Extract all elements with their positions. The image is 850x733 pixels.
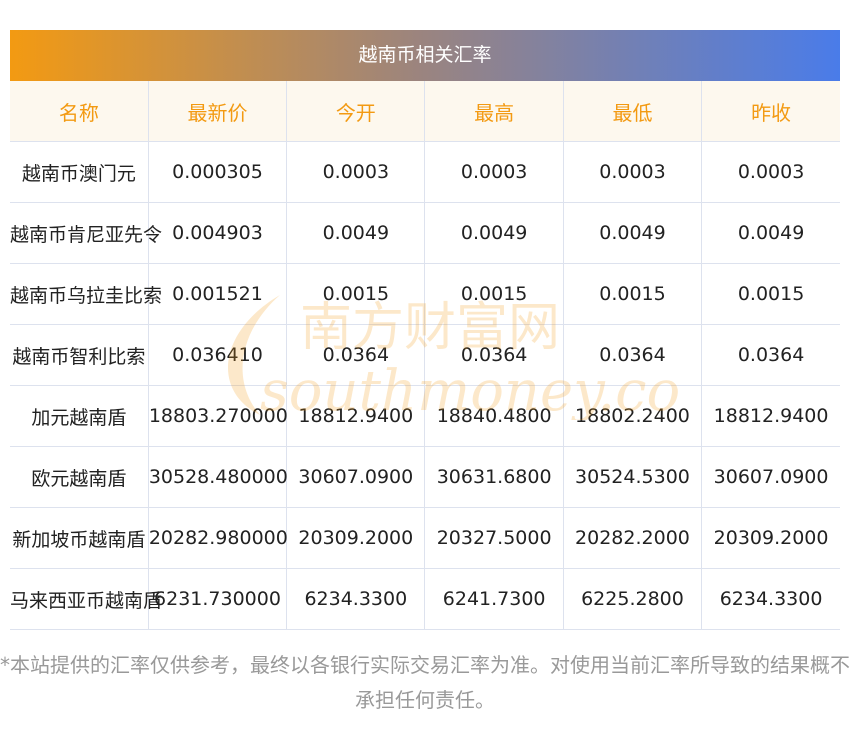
rate-value: 0.0015 [424, 263, 564, 325]
column-header: 昨收 [701, 81, 840, 142]
rate-value: 18803.270000 [147, 385, 288, 447]
column-header: 最高 [424, 81, 564, 142]
rate-value: 30524.5300 [562, 446, 702, 508]
currency-name: 马来西亚币越南盾 [10, 568, 162, 630]
rate-value: 6225.2800 [562, 568, 702, 630]
rate-value: 30528.480000 [147, 446, 288, 508]
rate-value: 30631.6800 [424, 446, 564, 508]
rate-value: 30607.0900 [286, 446, 425, 508]
rate-value: 0.0015 [286, 263, 425, 325]
rate-value: 0.001521 [147, 263, 287, 325]
rate-value: 30607.0900 [701, 446, 840, 508]
disclaimer-note: *本站提供的汇率仅供参考，最终以各银行实际交易汇率为准。对使用当前汇率所导致的结… [0, 653, 850, 712]
rate-value: 0.0015 [562, 263, 702, 325]
table-row: 越南币乌拉圭比索 0.001521 0.0015 0.0015 0.0015 0.0015 [10, 263, 840, 325]
currency-name: 加元越南盾 [10, 385, 149, 447]
rate-value: 6241.7300 [424, 568, 564, 630]
rate-value: 20282.980000 [147, 507, 288, 569]
currency-name: 越南币乌拉圭比索 [10, 263, 162, 325]
currency-name: 越南币澳门元 [10, 141, 149, 203]
rate-value: 0.0049 [424, 202, 564, 264]
rate-value: 0.0049 [562, 202, 702, 264]
table-row: 越南币肯尼亚先令 0.004903 0.0049 0.0049 0.0049 0.0049 [10, 202, 840, 264]
rate-value: 0.0049 [286, 202, 425, 264]
column-header: 今开 [286, 81, 425, 142]
rate-value: 18812.9400 [286, 385, 425, 447]
rate-value: 20309.2000 [286, 507, 425, 569]
table-title: 越南币相关汇率 [10, 30, 840, 81]
rate-value: 6234.3300 [701, 568, 840, 630]
rate-value: 0.0049 [701, 202, 840, 264]
rate-value: 18840.4800 [424, 385, 564, 447]
rate-value: 18812.9400 [701, 385, 840, 447]
column-header: 名称 [10, 81, 149, 142]
rate-value: 0.0364 [424, 324, 564, 386]
table-row: 欧元越南盾 30528.480000 30607.0900 30631.6800 305… [10, 446, 840, 508]
table-row: 新加坡币越南盾 20282.980000 20309.2000 20327.5000 2… [10, 507, 840, 569]
currency-name: 欧元越南盾 [10, 446, 149, 508]
rate-value: 0.0364 [562, 324, 702, 386]
rate-value: 0.000305 [147, 141, 287, 203]
currency-name: 越南币智利比索 [10, 324, 149, 386]
column-header: 最新价 [147, 81, 287, 142]
column-header: 最低 [562, 81, 702, 142]
header-row: 名称 最新价 今开 最高 最低 昨收 [10, 81, 840, 142]
table-row: 越南币澳门元 0.000305 0.0003 0.0003 0.0003 0.0003 [10, 141, 840, 203]
rate-value: 20309.2000 [701, 507, 840, 569]
currency-name: 越南币肯尼亚先令 [10, 202, 162, 264]
currency-name: 新加坡币越南盾 [10, 507, 149, 569]
rate-value: 20327.5000 [424, 507, 564, 569]
rate-value: 0.0003 [424, 141, 564, 203]
rate-value: 0.0003 [562, 141, 702, 203]
rate-value: 20282.2000 [562, 507, 702, 569]
exchange-rate-table: 名称 最新价 今开 最高 最低 昨收 越南币澳门元 0.000305 0.0003 0.0003… [10, 81, 840, 630]
table-row: 马来西亚币越南盾 6231.730000 6234.3300 6241.7300 622… [10, 568, 840, 630]
rate-value: 0.0364 [286, 324, 425, 386]
rate-value: 6234.3300 [286, 568, 425, 630]
rate-value: 18802.2400 [562, 385, 702, 447]
table-row: 加元越南盾 18803.270000 18812.9400 18840.4800 188… [10, 385, 840, 447]
rate-value: 0.0003 [286, 141, 425, 203]
rate-value: 0.0364 [701, 324, 840, 386]
rate-value: 0.004903 [147, 202, 287, 264]
table-row: 越南币智利比索 0.036410 0.0364 0.0364 0.0364 0.0364 [10, 324, 840, 386]
rate-value: 0.0003 [701, 141, 840, 203]
rate-value: 0.0015 [701, 263, 840, 325]
rate-value: 0.036410 [147, 324, 287, 386]
rate-value: 6231.730000 [147, 568, 287, 630]
